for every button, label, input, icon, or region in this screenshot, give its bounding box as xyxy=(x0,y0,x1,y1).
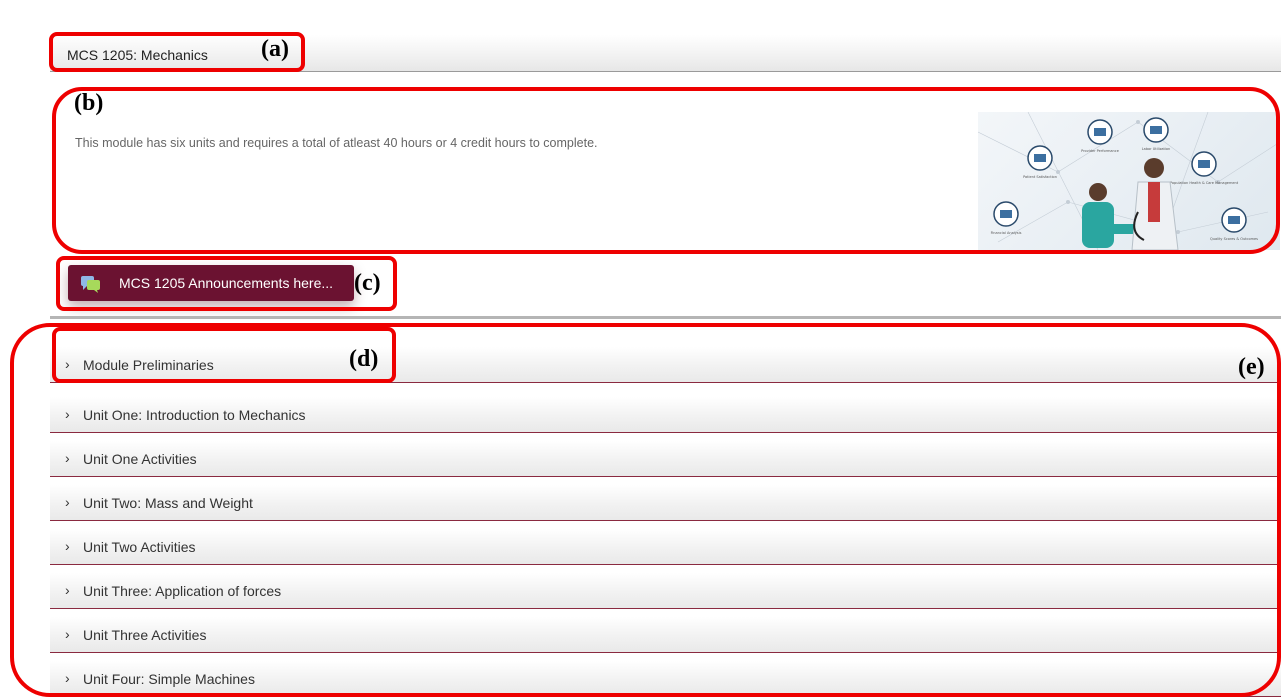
annotation-label-a: (a) xyxy=(261,36,289,62)
annotation-box-e xyxy=(10,323,1281,697)
annotation-box-b xyxy=(52,87,1280,254)
annotation-label-b: (b) xyxy=(74,90,104,116)
annotation-box-c xyxy=(56,256,397,311)
annotation-label-c: (c) xyxy=(354,270,381,296)
annotation-label-e: (e) xyxy=(1238,354,1265,380)
divider xyxy=(50,316,1281,319)
